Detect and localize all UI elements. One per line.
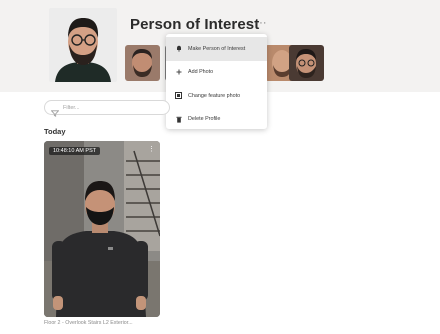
- menu-item-change-feature-photo[interactable]: Change feature photo: [166, 84, 267, 108]
- filter-input[interactable]: Filter...: [44, 100, 170, 117]
- event-timestamp: 10:48:10 AM PST: [49, 147, 101, 155]
- menu-item-label: Delete Profile: [188, 116, 221, 123]
- menu-item-label: Make Person of Interest: [188, 45, 246, 52]
- menu-item-label: Add Photo: [188, 69, 214, 76]
- menu-item-label: Change feature photo: [188, 92, 241, 99]
- page: Person of Interest ··· Make Person of In…: [0, 0, 440, 334]
- more-options-button[interactable]: ···: [254, 18, 268, 29]
- menu-item-make-person-of-interest[interactable]: Make Person of Interest: [166, 37, 267, 61]
- event-caption: Floor 2 - Overlook Stairs L2 Exterior...: [44, 320, 133, 326]
- bell-icon: [174, 45, 183, 52]
- trash-icon: [174, 116, 183, 123]
- page-title: Person of Interest: [130, 16, 260, 33]
- face-thumbnail[interactable]: [125, 45, 160, 81]
- filter-placeholder: Filter...: [63, 104, 80, 111]
- event-card[interactable]: 10:48:10 AM PST ⋮: [44, 141, 160, 317]
- profile-photo[interactable]: [49, 8, 117, 82]
- event-snapshot: [44, 141, 160, 317]
- filter-icon: [50, 104, 60, 117]
- plus-icon: [174, 69, 183, 75]
- image-frame-icon: [174, 92, 183, 100]
- section-heading-today: Today: [44, 127, 66, 136]
- face-thumbnail[interactable]: [289, 45, 324, 81]
- menu-item-add-photo[interactable]: Add Photo: [166, 61, 267, 85]
- event-more-icon[interactable]: ⋮: [148, 146, 155, 153]
- profile-options-menu: Make Person of Interest Add Photo Change…: [166, 34, 267, 129]
- menu-item-delete-profile[interactable]: Delete Profile: [166, 108, 267, 132]
